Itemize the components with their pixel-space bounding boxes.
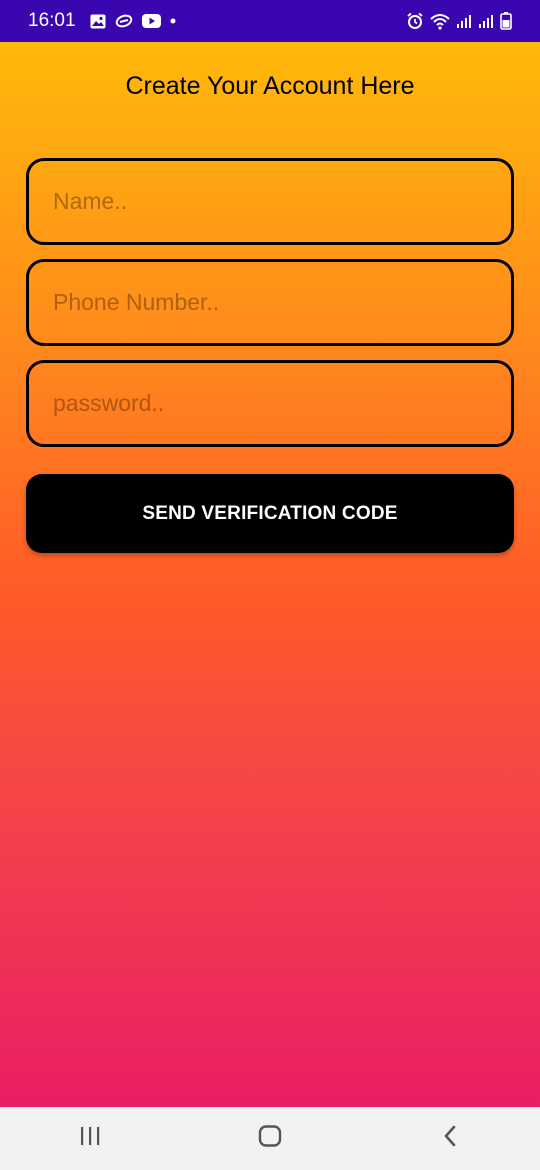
link-icon: [115, 14, 133, 28]
alarm-icon: [406, 12, 424, 30]
send-verification-code-button[interactable]: SEND VERIFICATION CODE: [26, 474, 514, 553]
gallery-icon: [90, 14, 106, 29]
battery-icon: [500, 12, 512, 30]
signal-icon: [478, 13, 494, 29]
status-time: 16:01: [28, 10, 76, 31]
recent-apps-icon: [79, 1126, 101, 1151]
app-screen: 16:01 Create Your Account Here Name.. Ph…: [0, 0, 540, 1170]
home-button[interactable]: [240, 1114, 300, 1164]
page-title: Create Your Account Here: [125, 72, 415, 100]
home-icon: [258, 1125, 282, 1152]
status-notification-icons: [90, 14, 176, 29]
back-icon: [442, 1125, 458, 1152]
youtube-icon: [141, 14, 161, 28]
wifi-icon: [430, 13, 450, 30]
signal-icon: [456, 13, 472, 29]
dot-icon: [170, 18, 176, 24]
signup-form: Create Your Account Here SEND VERIFICATI…: [0, 42, 540, 1107]
password-input[interactable]: [26, 360, 514, 447]
navigation-bar: [0, 1107, 540, 1170]
status-bar: 16:01: [0, 0, 540, 42]
back-button[interactable]: [420, 1114, 480, 1164]
phone-number-input[interactable]: [26, 259, 514, 346]
name-input[interactable]: [26, 158, 514, 245]
status-system-icons: [406, 12, 512, 30]
recent-apps-button[interactable]: [60, 1114, 120, 1164]
